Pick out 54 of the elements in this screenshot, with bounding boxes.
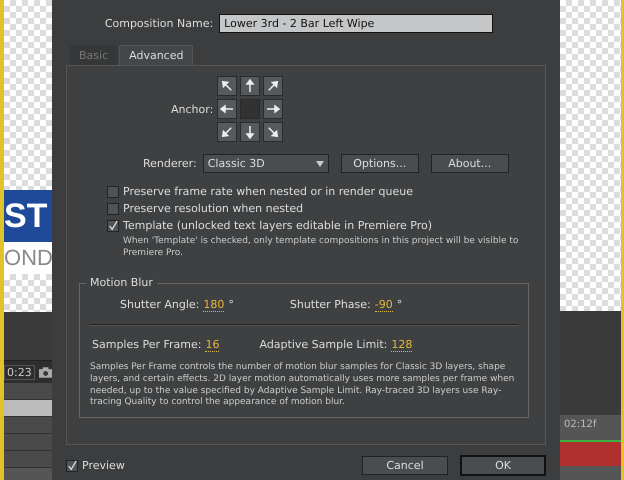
checkbox[interactable] <box>66 460 78 472</box>
sample-limit-value[interactable]: 128 <box>391 338 412 352</box>
shutter-angle-value[interactable]: 180 <box>203 298 224 312</box>
shutter-angle-label: Shutter Angle: <box>120 298 200 312</box>
anchor-button[interactable] <box>263 76 284 96</box>
renderer-label: Renderer: <box>143 157 197 170</box>
checkbox[interactable] <box>107 202 119 214</box>
anchor-button[interactable] <box>263 99 284 119</box>
subtitle-text: OND <box>4 242 52 274</box>
anchor-button[interactable] <box>240 122 260 142</box>
arrow-icon <box>266 102 280 116</box>
composition-name-field[interactable]: Lower 3rd - 2 Bar Left Wipe <box>219 14 494 33</box>
timecode: 02:12f <box>563 418 598 432</box>
shutter-phase-value[interactable]: -90 <box>374 298 393 312</box>
degree-unit: ° <box>396 298 402 312</box>
motion-blur-description: Samples Per Frame controls the number of motion blur samples for Classic 3D layers, shape layers, and certain effects. 2D layer motion automatically uses more samples per frame when needed, up to the value specified by Adaptive Sample Limit. Ray-traced 3D layers use Ray-tracing Quality to control the appearance of motion blur. <box>90 362 516 410</box>
group-title: Motion Blur <box>86 276 157 290</box>
title-text: ST <box>4 199 48 233</box>
checkbox-label: Preserve resolution when nested <box>123 202 304 215</box>
camera-icon[interactable] <box>38 366 52 378</box>
tab[interactable]: Advanced <box>119 45 194 65</box>
arrow-icon <box>220 102 234 116</box>
composition-name-label: Composition Name: <box>104 17 214 30</box>
arrow-icon <box>220 125 234 139</box>
preview-label: Preview <box>82 459 125 472</box>
caret-icon <box>316 160 324 166</box>
arrow-icon <box>243 79 258 93</box>
arrow-icon <box>266 125 280 139</box>
checkbox[interactable] <box>107 186 119 198</box>
checkerboard-background <box>4 274 52 312</box>
samples-value[interactable]: 16 <box>205 338 220 352</box>
track-bar <box>560 440 621 466</box>
renderer-button[interactable]: About... <box>430 154 509 173</box>
sample-limit-label: Adaptive Sample Limit: <box>259 338 388 352</box>
anchor-button[interactable] <box>263 122 284 142</box>
checkbox-label: Preserve frame rate when nested or in render queue <box>123 185 413 198</box>
samples-label: Samples Per Frame: <box>92 338 202 352</box>
degree-unit: ° <box>228 298 234 312</box>
template-note: When 'Template' is checked, only template compositions in this project will be visible to Premiere Pro. <box>123 236 520 260</box>
arrow-icon <box>220 79 234 93</box>
timecode: 0:23 <box>4 364 35 380</box>
anchor-button[interactable] <box>240 76 260 96</box>
dialog-button[interactable]: Cancel <box>362 456 448 475</box>
dialog-button[interactable]: OK <box>460 455 546 476</box>
arrow-icon <box>266 79 280 93</box>
checkbox[interactable] <box>107 220 119 232</box>
checkbox-label: Template (unlocked text layers editable in Premiere Pro) <box>123 219 432 232</box>
anchor-button[interactable] <box>217 122 238 142</box>
renderer-button[interactable]: Options... <box>340 154 419 173</box>
shutter-phase-label: Shutter Phase: <box>290 298 371 312</box>
anchor-button[interactable] <box>217 76 238 96</box>
anchor-button[interactable] <box>217 99 238 119</box>
renderer-dropdown[interactable]: Classic 3D <box>202 154 329 173</box>
anchor-label: Anchor: <box>171 102 214 116</box>
